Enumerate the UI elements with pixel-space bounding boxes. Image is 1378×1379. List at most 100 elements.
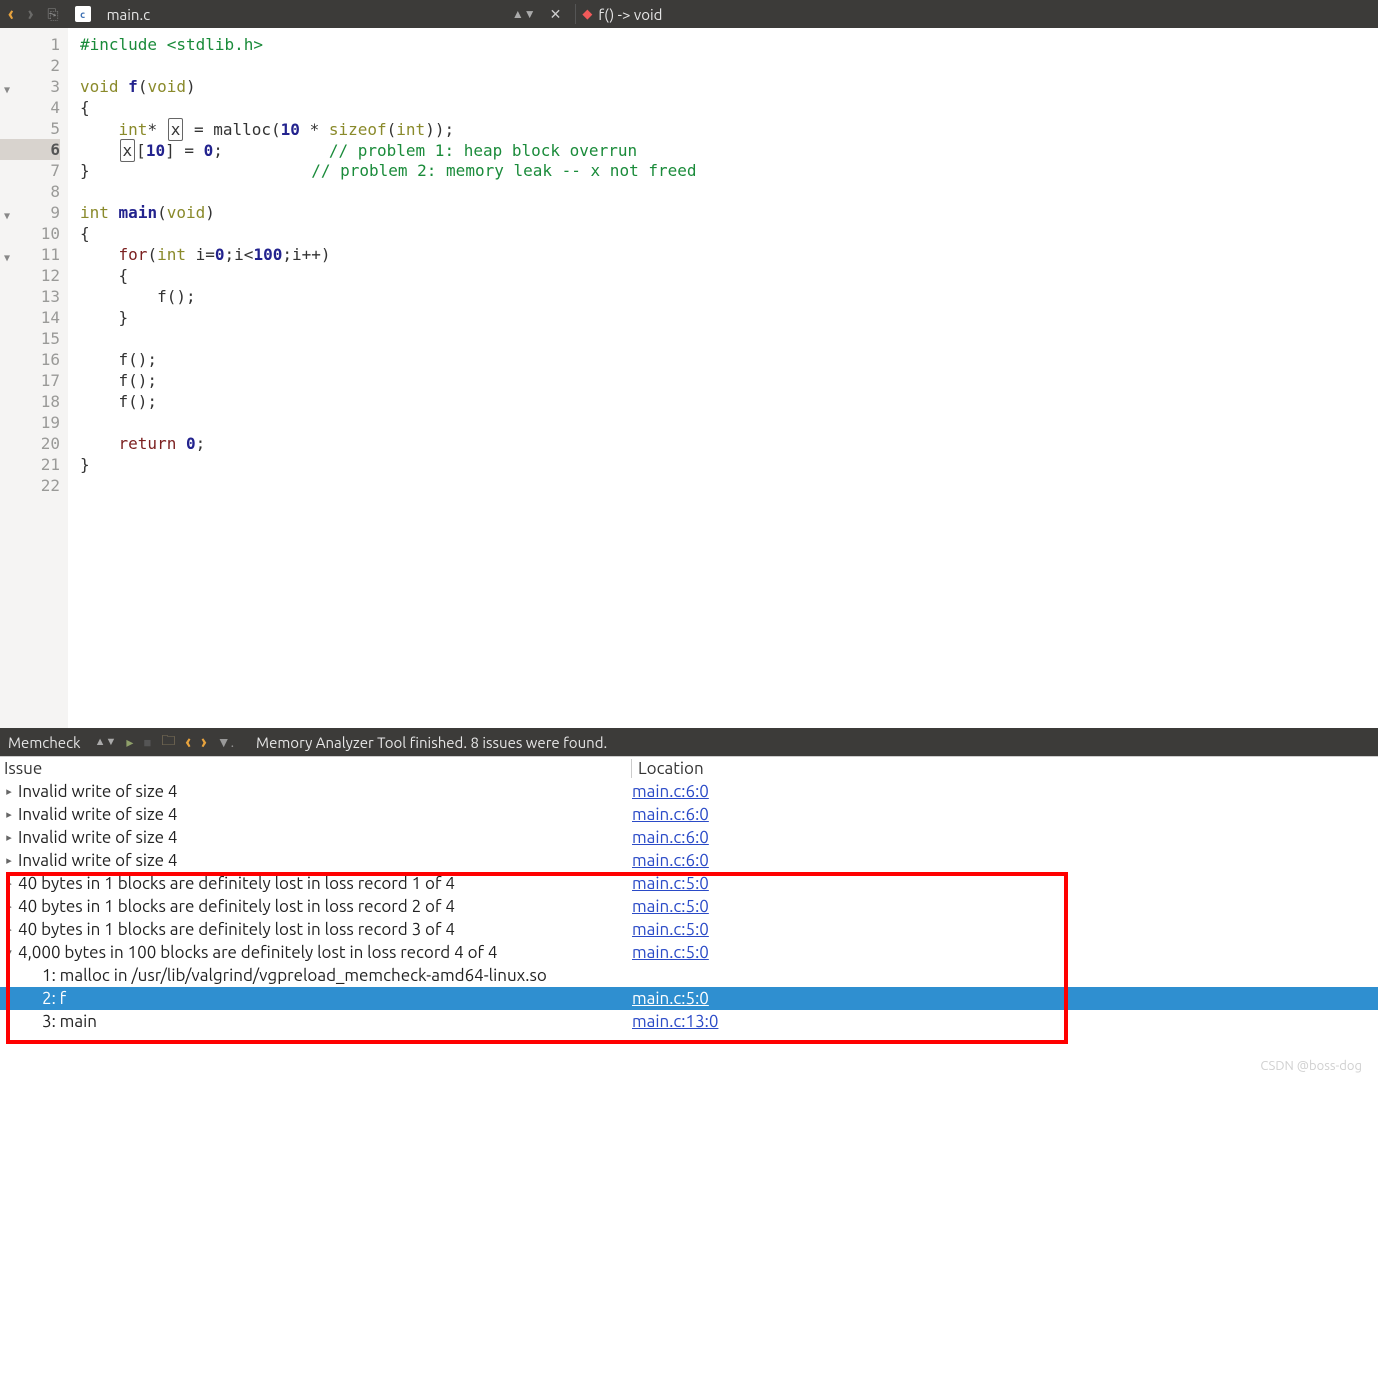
code-line[interactable] (80, 55, 1378, 76)
run-icon[interactable]: ▸ (126, 734, 133, 751)
memcheck-status: Memory Analyzer Tool finished. 8 issues … (256, 734, 607, 751)
line-number: 3▼ (0, 76, 60, 97)
code-area[interactable]: #include <stdlib.h> void f(void){ int* x… (68, 28, 1378, 728)
expand-icon[interactable]: ▸ (0, 831, 18, 844)
code-line[interactable]: } (80, 307, 1378, 328)
issue-location[interactable]: main.c:6:0 (632, 805, 1378, 824)
code-line[interactable]: { (80, 223, 1378, 244)
code-line[interactable] (80, 412, 1378, 433)
nav-back-icon[interactable]: ‹ (4, 4, 18, 24)
line-number: 9▼ (0, 202, 60, 223)
issue-text: 1: malloc in /usr/lib/valgrind/vgpreload… (18, 966, 632, 985)
issue-row[interactable]: ▾4,000 bytes in 100 blocks are definitel… (0, 941, 1378, 964)
expand-icon[interactable]: ▸ (0, 785, 18, 798)
line-number: 13 (0, 286, 60, 307)
issue-location[interactable]: main.c:5:0 (632, 989, 1378, 1008)
c-file-icon: c (75, 6, 91, 22)
issue-text: 2: f (18, 989, 632, 1008)
issue-row[interactable]: 1: malloc in /usr/lib/valgrind/vgpreload… (0, 964, 1378, 987)
code-line[interactable]: x[10] = 0; // problem 1: heap block over… (80, 139, 1378, 160)
issue-row[interactable]: ▸Invalid write of size 4main.c:6:0 (0, 826, 1378, 849)
issue-row[interactable]: 3: mainmain.c:13:0 (0, 1010, 1378, 1033)
issue-location[interactable]: main.c:6:0 (632, 851, 1378, 870)
issue-row[interactable]: ▸40 bytes in 1 blocks are definitely los… (0, 872, 1378, 895)
issue-location[interactable]: main.c:5:0 (632, 943, 1378, 962)
folder-icon[interactable]: 🗀 (161, 730, 175, 754)
issue-text: 3: main (18, 1012, 632, 1031)
code-line[interactable]: } // problem 2: memory leak -- x not fre… (80, 160, 1378, 181)
panel-updown-icon[interactable]: ▲▼ (95, 736, 117, 748)
issue-text: Invalid write of size 4 (18, 805, 632, 824)
expand-icon[interactable]: ▾ (0, 946, 18, 959)
issue-row[interactable]: ▸Invalid write of size 4main.c:6:0 (0, 780, 1378, 803)
issue-row[interactable]: ▸40 bytes in 1 blocks are definitely los… (0, 895, 1378, 918)
issue-location[interactable]: main.c:5:0 (632, 897, 1378, 916)
issue-row[interactable]: 2: fmain.c:5:0 (0, 987, 1378, 1010)
code-line[interactable] (80, 475, 1378, 496)
line-number: 15 (0, 328, 60, 349)
issue-location[interactable]: main.c:5:0 (632, 874, 1378, 893)
issue-text: Invalid write of size 4 (18, 782, 632, 801)
code-line[interactable]: #include <stdlib.h> (80, 34, 1378, 55)
line-number: 14 (0, 307, 60, 328)
close-tab-icon[interactable]: ✕ (550, 6, 562, 23)
filename-label[interactable]: main.c (107, 6, 151, 23)
next-issue-icon[interactable]: › (201, 732, 207, 752)
line-number: 4 (0, 97, 60, 118)
code-line[interactable]: { (80, 97, 1378, 118)
code-line[interactable]: f(); (80, 286, 1378, 307)
issues-header-location[interactable]: Location (632, 759, 1378, 778)
issue-location[interactable]: main.c:6:0 (632, 782, 1378, 801)
code-line[interactable]: f(); (80, 370, 1378, 391)
line-number: 5 (0, 118, 60, 139)
line-number: 7 (0, 160, 60, 181)
code-line[interactable]: for(int i=0;i<100;i++) (80, 244, 1378, 265)
nav-forward-icon[interactable]: › (24, 4, 38, 24)
code-editor[interactable]: 123▼456789▼1011▼1213141516171819202122 #… (0, 28, 1378, 728)
issue-row[interactable]: ▸Invalid write of size 4main.c:6:0 (0, 803, 1378, 826)
function-diamond-icon: ◆ (582, 7, 592, 22)
lock-icon: ⎘ (47, 6, 58, 23)
code-line[interactable]: { (80, 265, 1378, 286)
issue-location[interactable]: main.c:5:0 (632, 920, 1378, 939)
code-line[interactable]: f(); (80, 391, 1378, 412)
line-number: 21 (0, 454, 60, 475)
line-number: 19 (0, 412, 60, 433)
issue-text: Invalid write of size 4 (18, 851, 632, 870)
panel-title[interactable]: Memcheck (8, 734, 81, 751)
code-line[interactable]: return 0; (80, 433, 1378, 454)
line-number: 12 (0, 265, 60, 286)
issue-row[interactable]: ▸40 bytes in 1 blocks are definitely los… (0, 918, 1378, 941)
function-signature-label[interactable]: f() -> void (598, 6, 662, 23)
code-line[interactable]: int main(void) (80, 202, 1378, 223)
expand-icon[interactable]: ▸ (0, 900, 18, 913)
code-line[interactable]: void f(void) (80, 76, 1378, 97)
code-line[interactable]: f(); (80, 349, 1378, 370)
expand-icon[interactable]: ▸ (0, 877, 18, 890)
code-line[interactable]: } (80, 454, 1378, 475)
code-line[interactable] (80, 181, 1378, 202)
prev-issue-icon[interactable]: ‹ (185, 732, 191, 752)
issues-header-issue[interactable]: Issue (0, 759, 632, 778)
expand-icon[interactable]: ▸ (0, 923, 18, 936)
line-number: 8 (0, 181, 60, 202)
issue-text: 40 bytes in 1 blocks are definitely lost… (18, 897, 632, 916)
line-number-gutter: 123▼456789▼1011▼1213141516171819202122 (0, 28, 68, 728)
filter-icon[interactable]: ▼. (217, 734, 234, 750)
stop-icon[interactable]: ■ (143, 735, 151, 750)
line-number: 1 (0, 34, 60, 55)
memcheck-toolbar: Memcheck ▲▼ ▸ ■ 🗀 ‹ › ▼. Memory Analyzer… (0, 728, 1378, 756)
code-line[interactable]: int* x = malloc(10 * sizeof(int)); (80, 118, 1378, 139)
issue-location[interactable]: main.c:6:0 (632, 828, 1378, 847)
issue-location[interactable]: main.c:13:0 (632, 1012, 1378, 1031)
line-number: 2 (0, 55, 60, 76)
split-updown-icon[interactable]: ▲▼ (512, 7, 536, 21)
expand-icon[interactable]: ▸ (0, 854, 18, 867)
line-number: 18 (0, 391, 60, 412)
issue-row[interactable]: ▸Invalid write of size 4main.c:6:0 (0, 849, 1378, 872)
watermark: CSDN @boss-dog (1260, 1059, 1362, 1073)
issues-list[interactable]: ▸Invalid write of size 4main.c:6:0▸Inval… (0, 780, 1378, 1053)
expand-icon[interactable]: ▸ (0, 808, 18, 821)
issue-text: Invalid write of size 4 (18, 828, 632, 847)
code-line[interactable] (80, 328, 1378, 349)
